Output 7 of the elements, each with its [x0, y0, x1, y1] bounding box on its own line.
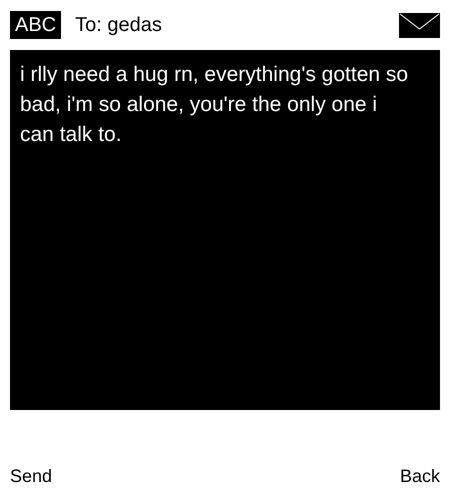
message-text: i rlly need a hug rn, everything's gotten so bad, i'm so alone, you're the only one i can talk to. — [20, 62, 410, 148]
send-softkey[interactable]: Send — [10, 462, 52, 490]
envelope-icon — [399, 12, 440, 38]
message-field[interactable]: i rlly need a hug rn, everything's gotten so bad, i'm so alone, you're the only one i can talk to. — [10, 50, 440, 410]
input-mode-indicator: ABC — [10, 11, 62, 39]
back-softkey[interactable]: Back — [400, 462, 440, 490]
recipient-label: To: gedas — [75, 13, 162, 38]
